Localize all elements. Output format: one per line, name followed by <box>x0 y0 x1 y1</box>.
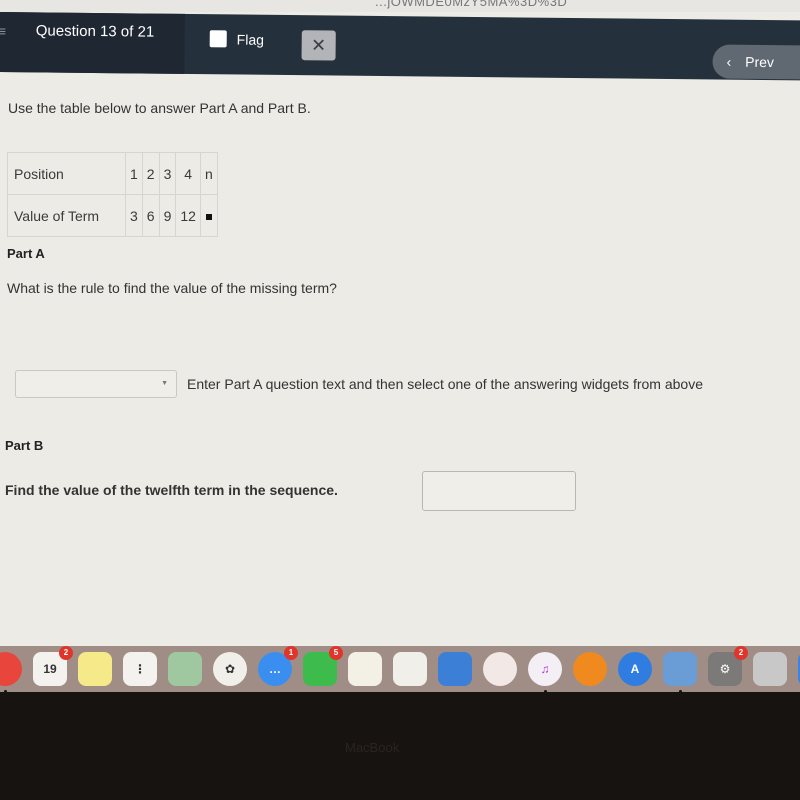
screen: ...jOWMDE0MzY5MA%3D%3D ≡ Question 13 of … <box>0 0 800 690</box>
reminders-icon: ⋮ <box>134 662 146 676</box>
flag-toggle[interactable]: Flag <box>209 30 265 48</box>
url-text: ...jOWMDE0MzY5MA%3D%3D <box>375 0 568 9</box>
photos-icon: ✿ <box>224 662 236 676</box>
close-icon: ✕ <box>311 35 327 56</box>
dock-item-reminders[interactable]: ⋮ <box>123 652 157 686</box>
table-row-value: Value of Term 3 6 9 12 <box>7 194 218 237</box>
table-cell: n <box>199 152 218 195</box>
prev-label: Prev <box>745 53 775 71</box>
part-b-answer-input[interactable] <box>422 471 576 511</box>
dock-item-photos[interactable]: ✿ <box>213 652 247 686</box>
table-cell: 6 <box>141 194 160 237</box>
table-cell: 1 <box>125 152 143 195</box>
chevron-left-icon: ‹ <box>726 53 732 70</box>
music-icon: ♫ <box>540 662 550 676</box>
caret-down-icon: ▼ <box>161 380 168 387</box>
macos-dock: 192⋮✿…15♫A⚙2WX <box>0 646 800 693</box>
table-cell: 3 <box>158 152 177 195</box>
quiz-header: ≡ Question 13 of 21 Flag ✕ ‹ Prev <box>0 12 800 81</box>
notification-badge: 1 <box>284 646 298 660</box>
notification-badge: 2 <box>734 646 748 660</box>
menu-icon[interactable]: ≡ <box>0 23 6 39</box>
dock-item-system-preferences[interactable]: ⚙ 2 <box>708 646 748 686</box>
table-row-position: Position 1 2 3 4 n <box>7 152 218 195</box>
dock-item-textedit[interactable] <box>348 652 382 686</box>
dock-item-keynote[interactable] <box>438 652 472 686</box>
flag-label: Flag <box>236 30 265 48</box>
question-counter: Question 13 of 21 <box>35 22 155 41</box>
messages-icon: … <box>269 662 281 676</box>
bezel-label: MacBook <box>345 740 400 755</box>
table-cell: 9 <box>158 194 177 237</box>
part-a-dropdown[interactable]: ▼ <box>15 370 177 398</box>
part-b-prompt: Find the value of the twelfth term in th… <box>5 482 338 498</box>
row-label: Position <box>7 152 126 195</box>
dock-item-facetime[interactable]: 5 <box>303 646 343 686</box>
part-a-heading: Part A <box>7 246 45 261</box>
part-a-prompt: What is the rule to find the value of th… <box>7 280 337 296</box>
laptop-bezel: MacBook <box>0 692 800 800</box>
system-preferences-icon: ⚙ <box>719 662 731 676</box>
dock-item-news[interactable] <box>483 652 517 686</box>
table-cell: 3 <box>125 194 143 237</box>
row-label: Value of Term <box>7 194 126 237</box>
notification-badge: 2 <box>59 646 73 660</box>
calendar-icon: 19 <box>43 662 57 676</box>
table-cell: 2 <box>141 152 160 195</box>
dock-item-chrome[interactable] <box>0 652 22 693</box>
dock-item-maps[interactable] <box>168 652 202 686</box>
table-cell: 4 <box>175 152 201 195</box>
sequence-table: Position 1 2 3 4 n Value of Term 3 6 9 1… <box>7 152 218 237</box>
table-cell: 12 <box>175 194 201 237</box>
question-intro: Use the table below to answer Part A and… <box>8 100 311 116</box>
question-content: Use the table below to answer Part A and… <box>0 72 800 652</box>
dock-item-notes[interactable] <box>78 652 112 686</box>
dock-item-messages[interactable]: … 1 <box>258 646 298 686</box>
dock-item-preview[interactable] <box>663 652 697 693</box>
part-a-instruction: Enter Part A question text and then sele… <box>187 376 703 392</box>
dock-item-numbers[interactable] <box>393 652 427 686</box>
browser-url-bar[interactable]: ...jOWMDE0MzY5MA%3D%3D <box>0 0 800 12</box>
dock-item-app-store[interactable]: A <box>618 652 652 686</box>
notification-badge: 5 <box>329 646 343 660</box>
header-left-panel: ≡ Question 13 of 21 <box>0 12 185 74</box>
close-button[interactable]: ✕ <box>301 30 336 61</box>
part-b-heading: Part B <box>5 438 44 453</box>
dock-item-calendar[interactable]: 19 2 <box>33 646 73 686</box>
flag-checkbox[interactable] <box>209 30 227 48</box>
dock-item-books[interactable] <box>573 652 607 686</box>
missing-term-square-icon <box>205 213 212 220</box>
dock-item-blank-app[interactable] <box>753 652 787 686</box>
dock-item-music[interactable]: ♫ <box>528 652 562 693</box>
app-store-icon: A <box>630 662 640 676</box>
table-cell-missing <box>199 194 218 237</box>
